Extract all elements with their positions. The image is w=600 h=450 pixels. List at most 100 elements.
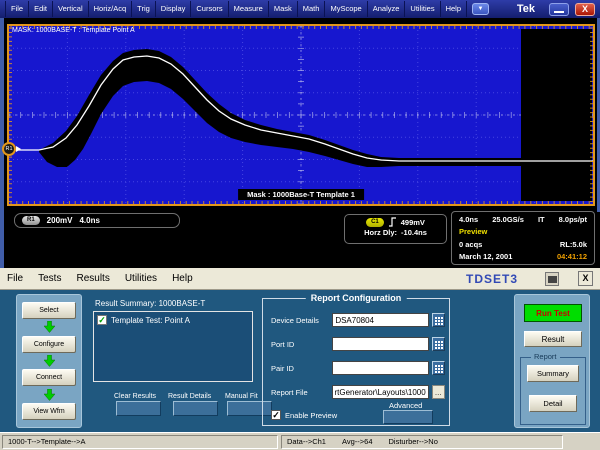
result-summary-listbox[interactable]: ✓ Template Test: Point A	[93, 311, 253, 382]
menu-item-math[interactable]: Math	[298, 1, 326, 17]
rising-edge-icon	[388, 217, 397, 228]
status-bar: 1000-T-->Template-->A Data-->Ch1 Avg-->6…	[0, 432, 600, 450]
menu-item-display[interactable]: Display	[156, 1, 192, 17]
device-details-label: Device Details	[271, 316, 329, 325]
trigger-level: 499mV	[401, 218, 425, 227]
port-id-input[interactable]	[332, 337, 429, 351]
keypad-icon-button[interactable]	[432, 361, 445, 375]
advanced-button[interactable]	[383, 410, 433, 424]
tek-logo: Tek	[517, 3, 535, 15]
enable-preview-row: ✓ Enable Preview	[271, 410, 337, 420]
keypad-icon	[435, 317, 437, 319]
menu-item-cursors[interactable]: Cursors	[191, 1, 228, 17]
menu-item-measure[interactable]: Measure	[229, 1, 269, 17]
run-test-button[interactable]: Run Test	[524, 304, 582, 322]
green-down-arrow-icon	[44, 321, 55, 333]
summary-button[interactable]: Summary	[527, 365, 579, 382]
browse-button[interactable]: ...	[432, 385, 446, 399]
record-length: RL:5.0k	[560, 240, 587, 249]
result-details-button[interactable]	[173, 401, 218, 416]
horz-dly-label: Horz Dly:	[364, 228, 397, 237]
result-list-item[interactable]: ✓ Template Test: Point A	[94, 312, 252, 328]
menu-item-vertical[interactable]: Vertical	[53, 1, 89, 17]
run-panel: Run Test Result Report Summary Detail	[514, 294, 590, 428]
menu-item-mask[interactable]: Mask	[269, 1, 298, 17]
result-button[interactable]: Result	[524, 331, 582, 347]
report-configuration-title: Report Configuration	[306, 293, 407, 303]
report-file-input[interactable]	[332, 385, 429, 399]
green-down-arrow-icon	[44, 389, 55, 401]
menubar-dropdown-button[interactable]: ▼	[472, 3, 489, 15]
view-wfm-button[interactable]: View Wfm	[22, 403, 76, 420]
menu-item-utilities[interactable]: Utilities	[405, 1, 440, 17]
port-id-label: Port ID	[271, 340, 329, 349]
triangle-down-icon: ▼	[478, 6, 484, 12]
app-icon[interactable]	[545, 272, 559, 286]
scope-display-area: MASK: 1000BASE-T : Template Point A Mask…	[0, 18, 600, 268]
keypad-icon	[435, 365, 437, 367]
graticule: MASK: 1000BASE-T : Template Point A Mask…	[7, 24, 595, 206]
tdset3-menubar: File Tests Results Utilities Help TDSET3…	[0, 268, 600, 290]
status-data-source: Data-->Ch1	[287, 437, 326, 446]
app-menu-tests[interactable]: Tests	[38, 273, 61, 284]
connect-button[interactable]: Connect	[22, 369, 76, 386]
acq-date: March 12, 2001	[459, 252, 512, 261]
keypad-icon-button[interactable]	[432, 313, 445, 327]
menu-item-analyze[interactable]: Analyze	[368, 1, 406, 17]
ch1-trigger-readout[interactable]: C1 499mV Horz Dly: -10.4ns	[344, 214, 447, 244]
tdset3-window: File Tests Results Utilities Help TDSET3…	[0, 268, 600, 450]
select-button[interactable]: Select	[22, 302, 76, 319]
ref1-marker[interactable]: R1	[2, 142, 21, 156]
app-menu-results[interactable]: Results	[76, 273, 109, 284]
enable-preview-checkbox[interactable]: ✓	[271, 410, 281, 420]
configure-button[interactable]: Configure	[22, 336, 76, 353]
close-button[interactable]: X	[575, 3, 595, 16]
report-file-row: Report File ...	[271, 385, 445, 399]
ch1-badge: C1	[366, 218, 384, 227]
acq-sample-rate: 25.0GS/s	[492, 215, 524, 224]
app-close-button[interactable]: X	[578, 271, 593, 286]
ref1-readout[interactable]: R1 200mV 4.0ns	[14, 213, 180, 228]
pair-id-row: Pair ID	[271, 361, 445, 375]
acq-count: 0 acqs	[459, 240, 482, 249]
ref1-scale: 200mV	[47, 216, 73, 225]
mask-title-label: MASK: 1000BASE-T : Template Point A	[12, 27, 135, 34]
tek-scope-screen: File Edit Vertical Horiz/Acq Trig Displa…	[0, 0, 600, 450]
menu-item-help[interactable]: Help	[441, 1, 467, 17]
mask-footer-label: Mask : 1000Base-T Template 1	[238, 189, 364, 200]
report-group-label: Report	[531, 352, 560, 361]
menu-item-file[interactable]: File	[5, 1, 29, 17]
menu-item-trig[interactable]: Trig	[132, 1, 156, 17]
green-down-arrow-icon	[44, 355, 55, 367]
acq-mode: IT	[538, 215, 545, 224]
minimize-button[interactable]	[549, 3, 569, 16]
pair-id-input[interactable]	[332, 361, 429, 375]
detail-button[interactable]: Detail	[529, 395, 577, 412]
menu-item-horiz-acq[interactable]: Horiz/Acq	[89, 1, 133, 17]
report-group: Report Summary Detail	[520, 357, 586, 425]
status-config: Data-->Ch1 Avg-->64 Disturber-->No	[281, 435, 563, 449]
result-details-label: Result Details	[168, 393, 211, 400]
pass-check-icon: ✓	[97, 315, 107, 325]
acq-clock: 04:41:12	[557, 252, 587, 261]
menu-item-edit[interactable]: Edit	[29, 1, 53, 17]
app-menu-help[interactable]: Help	[172, 273, 193, 284]
tdset3-main-panel: Select Configure Connect View Wfm Result…	[0, 290, 600, 432]
device-details-input[interactable]	[332, 313, 429, 327]
step-button-panel: Select Configure Connect View Wfm	[16, 294, 82, 428]
ref1-timebase: 4.0ns	[79, 216, 99, 225]
ref1-arrow-icon	[16, 146, 21, 152]
acquisition-readout: 4.0ns 25.0GS/s IT 8.0ps/pt Preview 0 acq…	[451, 211, 595, 265]
app-title: TDSET3	[466, 272, 518, 286]
close-icon: X	[582, 4, 588, 14]
minimize-icon	[554, 11, 564, 13]
keypad-icon-button[interactable]	[432, 337, 445, 351]
app-menu-file[interactable]: File	[7, 273, 23, 284]
readout-strip: R1 200mV 4.0ns C1 499mV Horz Dly: -10.4n…	[0, 210, 600, 268]
keypad-icon	[435, 341, 437, 343]
clear-results-button[interactable]	[116, 401, 161, 416]
app-menu-utilities[interactable]: Utilities	[125, 273, 157, 284]
menu-item-myscope[interactable]: MyScope	[325, 1, 367, 17]
status-averaging: Avg-->64	[342, 437, 373, 446]
ref1-marker-badge: R1	[2, 142, 16, 156]
